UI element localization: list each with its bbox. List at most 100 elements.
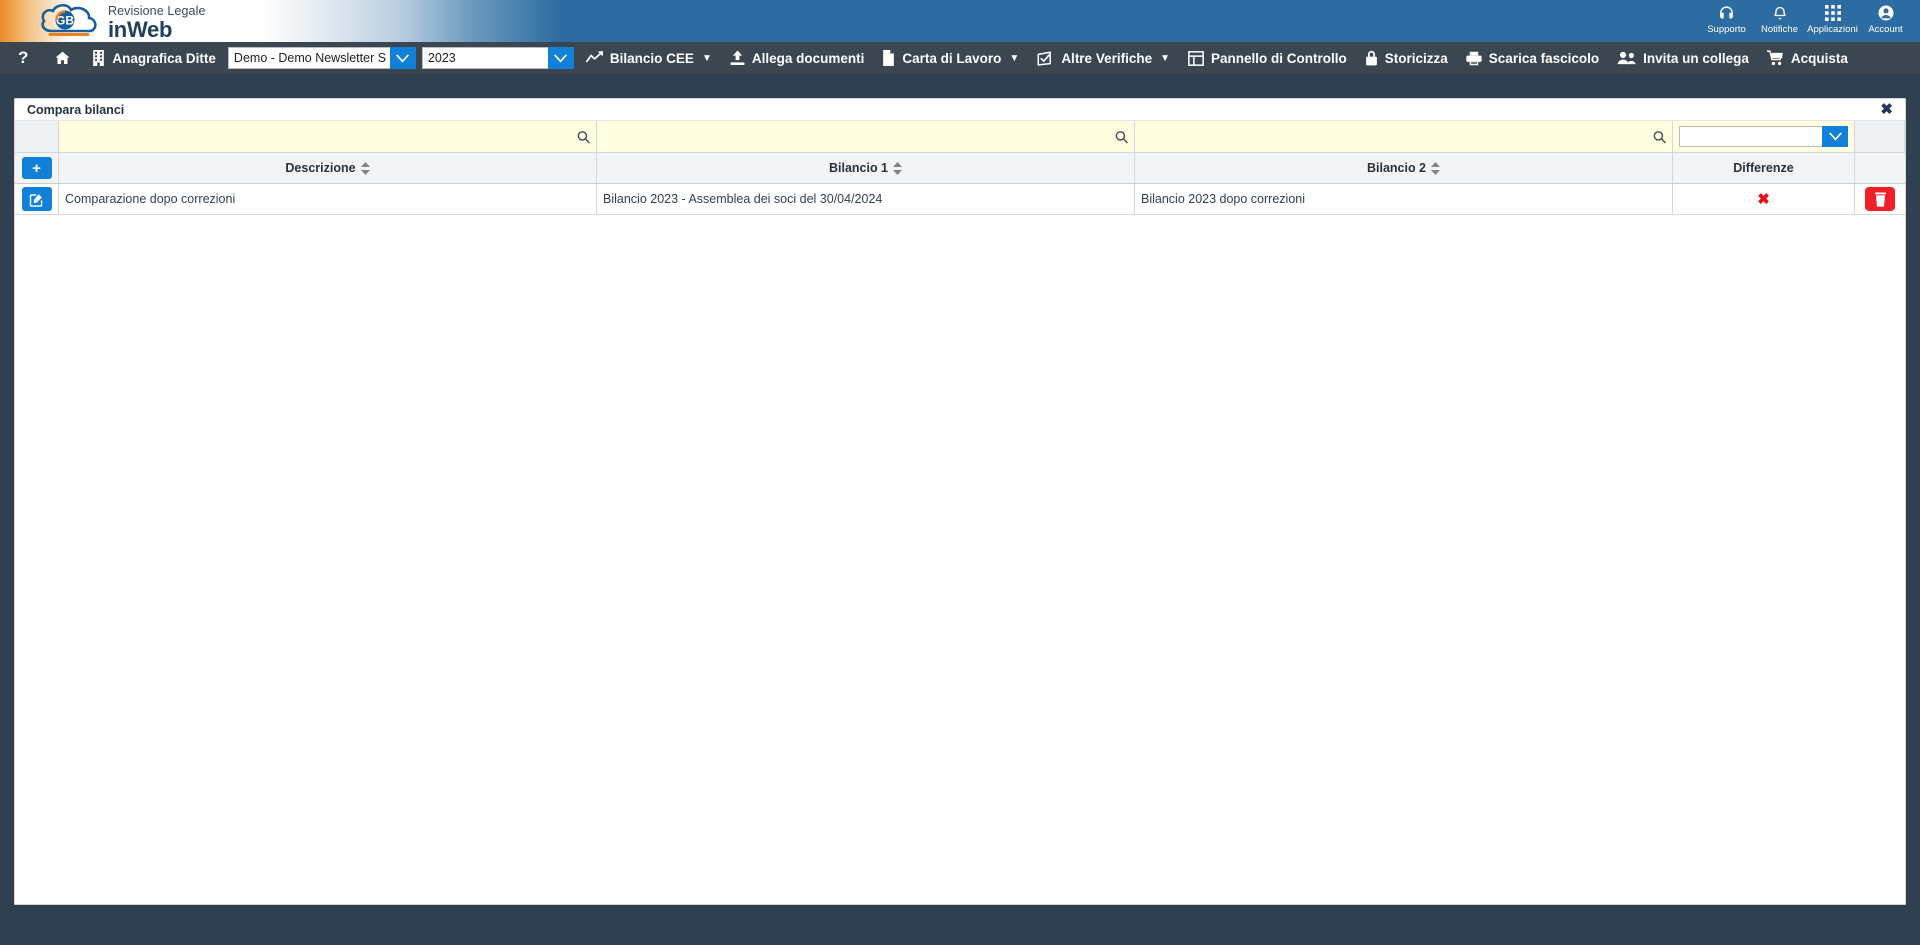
nav-scarica-fascicolo-label: Scarica fascicolo: [1488, 50, 1600, 66]
trash-icon[interactable]: [1865, 187, 1895, 211]
nav-invita-un-collega-label: Invita un collega: [1643, 50, 1749, 66]
filter-input-bilancio1[interactable]: [597, 121, 1134, 152]
comparisons-grid: + Descrizione Bilancio 1 Bilancio 2 Diff…: [15, 121, 1905, 215]
panel-header: Compara bilanci ✖: [15, 99, 1905, 121]
filter-input-bilancio2[interactable]: [1135, 121, 1672, 152]
add-button[interactable]: +: [21, 157, 52, 179]
nav-storicizza[interactable]: Storicizza: [1356, 42, 1457, 75]
nav-allega-documenti[interactable]: Allega documenti: [721, 42, 874, 75]
notifications-button[interactable]: Notifiche: [1753, 0, 1806, 42]
row-delete-cell: [1855, 184, 1905, 214]
column-header-descrizione-label: Descrizione: [285, 161, 356, 175]
filter-select-differenze[interactable]: [1679, 126, 1848, 147]
chevron-down-icon: ▼: [1009, 53, 1020, 64]
printer-icon: [1466, 51, 1482, 66]
home-button[interactable]: [42, 42, 83, 75]
support-button[interactable]: Supporto: [1700, 0, 1753, 42]
account-label: Account: [1868, 24, 1903, 35]
search-icon[interactable]: [1115, 130, 1128, 143]
nav-invita-un-collega[interactable]: Invita un collega: [1608, 42, 1758, 75]
grid-header-row: + Descrizione Bilancio 1 Bilancio 2 Diff…: [15, 153, 1905, 184]
clipboard-check-icon: [1037, 51, 1054, 66]
column-header-bilancio1[interactable]: Bilancio 1: [597, 153, 1135, 183]
sort-arrows-icon[interactable]: [360, 161, 370, 175]
filter-select-differenze-value[interactable]: [1679, 126, 1822, 147]
notifications-label: Notifiche: [1761, 24, 1798, 35]
bell-icon: [1772, 2, 1788, 24]
chevron-down-icon: ▼: [701, 53, 712, 64]
main-navigation: ? Anagrafica Ditte Demo - Demo Newslette…: [0, 42, 1920, 75]
filter-select-chevron-down-icon[interactable]: [1822, 126, 1848, 147]
filter-cell-delete: [1855, 121, 1905, 152]
nav-altre-verifiche-label: Altre Verifiche: [1061, 50, 1153, 66]
nav-bilancio-cee-label: Bilancio CEE: [609, 50, 694, 66]
column-header-actions: [1855, 153, 1905, 183]
gbsoftware-cloud-logo: GB: [41, 3, 97, 36]
brand-line1: Revisione Legale: [108, 4, 206, 18]
nav-pannello-di-controllo[interactable]: Pannello di Controllo: [1179, 42, 1356, 75]
filter-cell-descrizione[interactable]: [59, 121, 597, 152]
lock-icon: [1365, 50, 1378, 66]
cart-icon: [1766, 50, 1784, 66]
table-row[interactable]: Comparazione dopo correzioni Bilancio 20…: [15, 184, 1905, 215]
firm-select[interactable]: Demo - Demo Newsletter S: [227, 47, 416, 69]
add-row-cell: +: [15, 153, 59, 183]
sort-arrows-icon[interactable]: [893, 161, 903, 175]
sort-arrows-icon[interactable]: [1431, 161, 1441, 175]
nav-storicizza-label: Storicizza: [1384, 50, 1448, 66]
year-select[interactable]: 2023: [421, 47, 574, 69]
search-icon[interactable]: [577, 130, 590, 143]
users-icon: [1617, 51, 1636, 65]
nav-bilancio-cee[interactable]: Bilancio CEE ▼: [577, 42, 721, 75]
nav-acquista[interactable]: Acquista: [1758, 42, 1857, 75]
nav-carta-di-lavoro[interactable]: Carta di Lavoro ▼: [873, 42, 1028, 75]
status-badge: ✖: [1757, 190, 1770, 208]
nav-altre-verifiche[interactable]: Altre Verifiche ▼: [1028, 42, 1179, 75]
brand-title: Revisione Legale inWeb: [108, 5, 206, 41]
chevron-down-icon: ▼: [1160, 53, 1171, 64]
grid-apps-icon: [1824, 2, 1841, 24]
column-header-bilancio2-label: Bilancio 2: [1366, 161, 1427, 175]
account-button[interactable]: Account: [1859, 0, 1912, 42]
help-button[interactable]: ?: [10, 42, 42, 75]
nav-acquista-label: Acquista: [1790, 50, 1848, 66]
year-select-chevron-down-icon[interactable]: [547, 47, 574, 69]
filter-cell-actions: [15, 121, 59, 152]
applications-button[interactable]: Applicazioni: [1806, 0, 1859, 42]
filter-cell-bilancio2[interactable]: [1135, 121, 1673, 152]
applications-label: Applicazioni: [1807, 24, 1858, 35]
grid-filter-row: [15, 121, 1905, 153]
brand-line2: inWeb: [108, 16, 173, 42]
cell-descrizione: Comparazione dopo correzioni: [59, 184, 597, 214]
header-tools: Supporto Notifiche Applicazioni Account: [1700, 0, 1912, 42]
edit-square-icon[interactable]: [21, 187, 52, 211]
filter-input-descrizione[interactable]: [59, 121, 596, 152]
filter-cell-bilancio1[interactable]: [597, 121, 1135, 152]
cell-bilancio1: Bilancio 2023 - Assemblea dei soci del 3…: [597, 184, 1135, 214]
upload-icon: [730, 50, 745, 66]
nav-anagrafica-ditte[interactable]: Anagrafica Ditte: [83, 42, 225, 75]
search-icon[interactable]: [1653, 130, 1666, 143]
nav-anagrafica-ditte-label: Anagrafica Ditte: [112, 50, 216, 66]
user-circle-icon: [1877, 2, 1895, 24]
nav-allega-documenti-label: Allega documenti: [751, 50, 865, 66]
dashboard-grid-icon: [1188, 50, 1204, 66]
column-header-bilancio1-label: Bilancio 1: [828, 161, 889, 175]
home-icon: [54, 50, 71, 66]
compara-bilanci-panel: Compara bilanci ✖ + Descrizione Bilancio…: [14, 98, 1906, 905]
nav-scarica-fascicolo[interactable]: Scarica fascicolo: [1457, 42, 1608, 75]
support-label: Supporto: [1707, 24, 1746, 35]
cell-bilancio2: Bilancio 2023 dopo correzioni: [1135, 184, 1673, 214]
firm-select-value[interactable]: Demo - Demo Newsletter S: [227, 47, 390, 69]
document-icon: [882, 50, 895, 66]
column-header-differenze: Differenze: [1673, 153, 1855, 183]
nav-carta-di-lavoro-label: Carta di Lavoro: [902, 50, 1002, 66]
filter-cell-differenze[interactable]: [1673, 121, 1855, 152]
column-header-descrizione[interactable]: Descrizione: [59, 153, 597, 183]
chart-line-icon: [585, 51, 603, 65]
firm-select-chevron-down-icon[interactable]: [389, 47, 416, 69]
column-header-bilancio2[interactable]: Bilancio 2: [1135, 153, 1673, 183]
close-icon[interactable]: ✖: [1878, 102, 1895, 117]
building-icon: [92, 50, 105, 66]
year-select-value[interactable]: 2023: [421, 47, 548, 69]
